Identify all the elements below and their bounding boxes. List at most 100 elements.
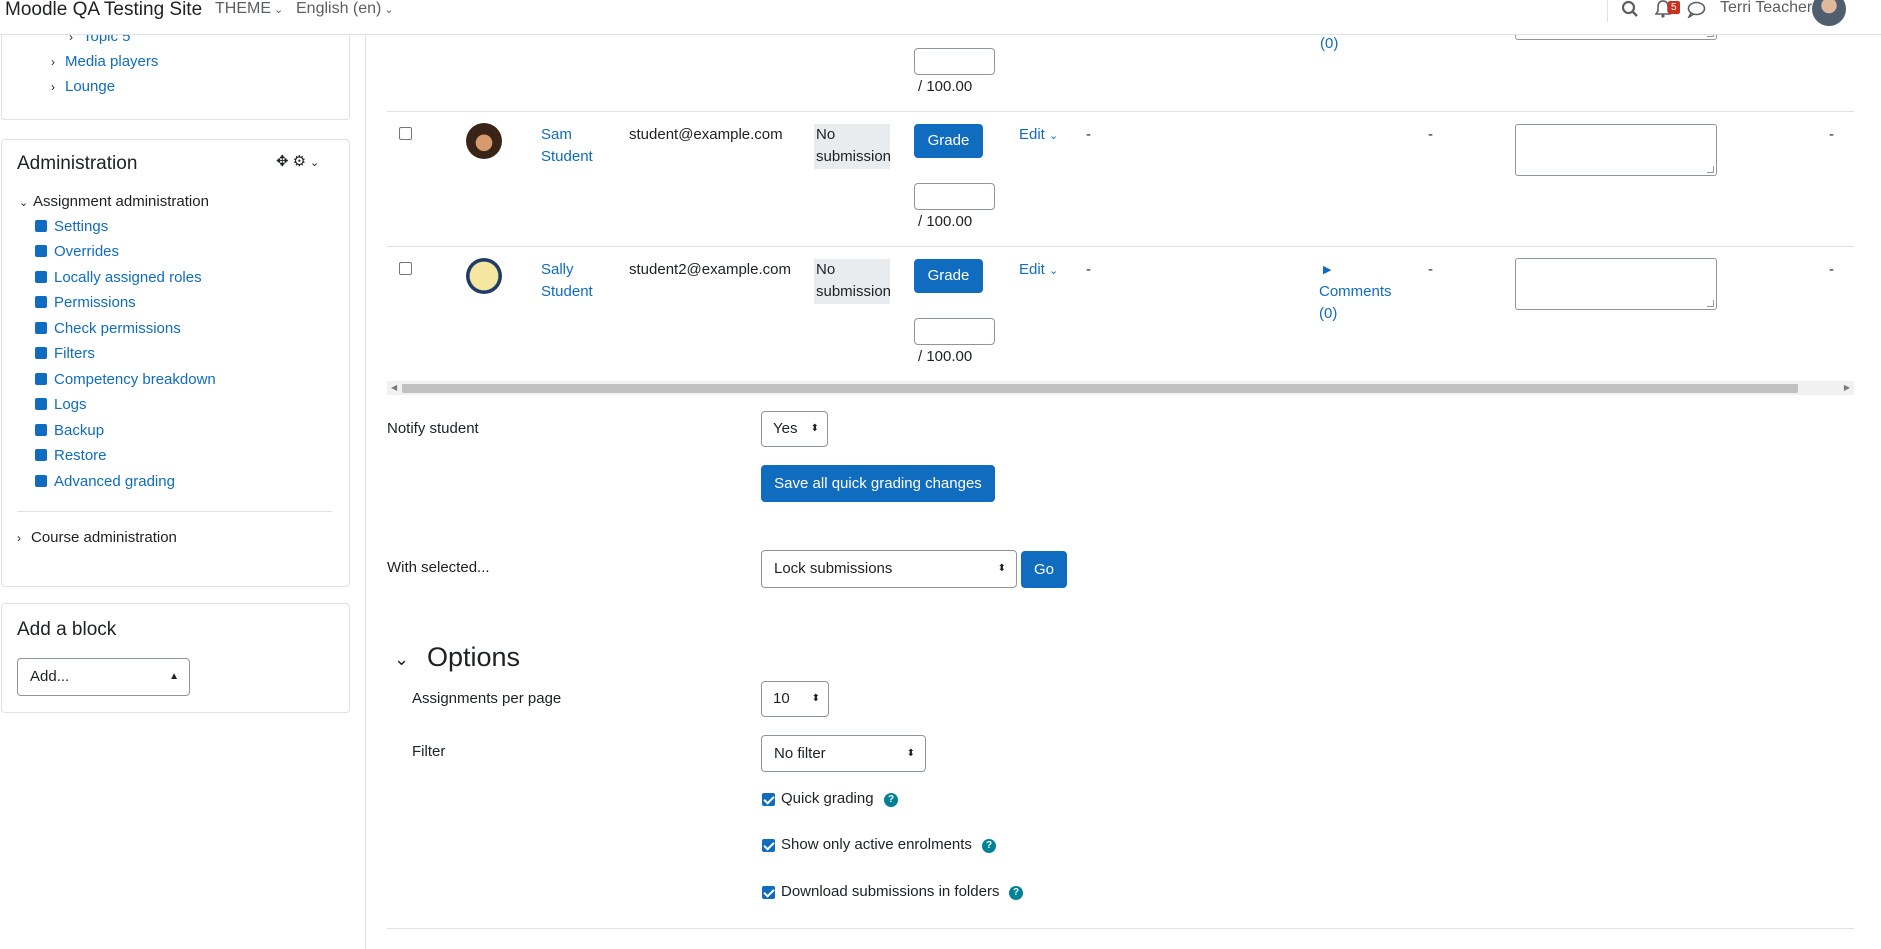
active-enrolments-checkbox[interactable]: [762, 839, 775, 852]
horizontal-scrollbar[interactable]: ◀ ▶: [387, 381, 1854, 395]
with-selected-select[interactable]: Lock submissions ⬍: [761, 550, 1017, 588]
admin-link-logs[interactable]: Logs: [35, 396, 87, 413]
assignment-administration-node[interactable]: ⌄ Assignment administration: [19, 193, 209, 210]
user-avatar[interactable]: [466, 123, 502, 159]
go-button[interactable]: Go: [1021, 551, 1067, 588]
add-block-title: Add a block: [17, 619, 117, 640]
options-heading[interactable]: Options: [427, 641, 520, 673]
student-first-name[interactable]: Sam: [541, 124, 572, 146]
help-icon[interactable]: ?: [982, 839, 996, 853]
quick-grading-label[interactable]: Quick grading: [781, 788, 874, 810]
nav-item-lounge[interactable]: › Lounge: [51, 78, 115, 95]
active-enrolments-label[interactable]: Show only active enrolments: [781, 834, 972, 856]
edit-menu[interactable]: Edit ⌄: [1019, 124, 1058, 147]
grade-input[interactable]: [914, 318, 995, 345]
admin-link-overrides[interactable]: Overrides: [35, 243, 119, 260]
scrollbar-thumb[interactable]: [402, 384, 1798, 393]
chevron-down-icon[interactable]: ⌄: [310, 157, 323, 169]
competency-icon: [35, 373, 47, 385]
admin-link-check-permissions[interactable]: Check permissions: [35, 320, 181, 337]
download-in-folders-checkbox[interactable]: [762, 886, 775, 899]
chevron-right-icon: ›: [51, 55, 55, 69]
site-name[interactable]: Moodle QA Testing Site: [5, 0, 202, 21]
theme-menu-label: THEME: [215, 0, 271, 17]
grade-max: / 100.00: [918, 213, 973, 230]
comments-count[interactable]: (0): [1320, 33, 1338, 55]
nav-item-media-players[interactable]: › Media players: [51, 53, 158, 70]
admin-link-advanced-grading[interactable]: Advanced grading: [35, 473, 175, 490]
theme-menu[interactable]: THEME ⌄: [215, 0, 283, 18]
chevron-down-icon: ⌄: [1049, 265, 1059, 277]
scroll-right-icon[interactable]: ▶: [1844, 381, 1850, 395]
row-divider: [387, 246, 1854, 247]
save-quick-grading-button[interactable]: Save all quick grading changes: [761, 465, 995, 502]
feedback-textarea[interactable]: [1515, 124, 1717, 176]
main-region-border: [365, 35, 366, 949]
language-menu-label: English (en): [296, 0, 382, 17]
admin-link-label: Competency breakdown: [54, 371, 216, 388]
status-badge: No submission: [814, 259, 891, 304]
scroll-left-icon[interactable]: ◀: [391, 381, 397, 395]
admin-link-restore[interactable]: Restore: [35, 447, 107, 464]
grade-button[interactable]: Grade: [914, 259, 983, 293]
course-administration-label: Course administration: [31, 529, 177, 546]
quick-grading-checkbox[interactable]: [762, 793, 775, 806]
assignments-per-page-select[interactable]: 10 ⬍: [761, 681, 829, 717]
grade-max: / 100.00: [918, 348, 973, 365]
options-bottom-divider: [387, 928, 1854, 929]
student-last-name[interactable]: Student: [541, 281, 593, 303]
edit-label: Edit: [1019, 261, 1045, 278]
notify-student-select[interactable]: Yes ⬍: [761, 411, 828, 447]
options-collapse-icon[interactable]: ⌄: [394, 648, 409, 670]
student-first-name[interactable]: Sally: [541, 259, 574, 281]
feedback-textarea[interactable]: [1515, 258, 1717, 310]
gear-icon[interactable]: ⚙: [293, 153, 310, 170]
settings-icon: [35, 220, 47, 232]
grade-input[interactable]: [914, 183, 995, 210]
comments-toggle[interactable]: Comments: [1319, 281, 1392, 303]
add-block-select[interactable]: Add... ▲: [17, 658, 190, 696]
filter-select[interactable]: No filter ⬍: [761, 735, 926, 772]
final-grade-value: -: [1829, 261, 1834, 278]
filter-value: No filter: [774, 745, 826, 762]
restore-icon: [35, 449, 47, 461]
messages-icon[interactable]: [1687, 1, 1706, 22]
download-in-folders-label[interactable]: Download submissions in folders: [781, 881, 999, 903]
help-icon[interactable]: ?: [1009, 886, 1023, 900]
notify-student-value: Yes: [773, 420, 798, 437]
navbar-divider: [1607, 0, 1608, 22]
student-last-name[interactable]: Student: [541, 146, 593, 168]
admin-link-filters[interactable]: Filters: [35, 345, 95, 362]
chevron-right-icon: ›: [51, 80, 55, 94]
caret-right-icon[interactable]: ▶: [1323, 259, 1331, 281]
assignments-per-page-value: 10: [773, 690, 790, 707]
admin-link-permissions[interactable]: Permissions: [35, 294, 136, 311]
select-arrows-icon: ⬍: [811, 693, 820, 704]
user-menu-name[interactable]: Terri Teacher: [1720, 0, 1812, 17]
admin-link-competency-breakdown[interactable]: Competency breakdown: [35, 371, 216, 388]
admin-link-label: Check permissions: [54, 320, 181, 337]
grade-input[interactable]: [914, 48, 995, 75]
help-icon[interactable]: ?: [884, 793, 898, 807]
admin-link-label: Backup: [54, 422, 105, 439]
user-avatar[interactable]: [1812, 0, 1846, 26]
admin-link-label: Settings: [54, 218, 109, 235]
select-row-checkbox[interactable]: [399, 127, 412, 140]
admin-link-settings[interactable]: Settings: [35, 218, 108, 235]
search-icon[interactable]: [1621, 0, 1639, 22]
nav-item-label: Media players: [65, 53, 159, 70]
grade-button[interactable]: Grade: [914, 124, 983, 158]
select-arrows-icon: ▲: [169, 671, 179, 682]
admin-link-backup[interactable]: Backup: [35, 422, 104, 439]
language-menu[interactable]: English (en) ⌄: [296, 0, 394, 18]
chevron-down-icon: ⌄: [384, 4, 394, 16]
comments-count[interactable]: (0): [1319, 303, 1337, 325]
course-administration-node[interactable]: › Course administration: [17, 529, 177, 546]
status-line: submission: [816, 148, 892, 165]
admin-link-locally-assigned-roles[interactable]: Locally assigned roles: [35, 269, 202, 286]
move-icon[interactable]: ✥: [276, 153, 293, 170]
edit-menu[interactable]: Edit ⌄: [1019, 259, 1058, 282]
select-row-checkbox[interactable]: [399, 262, 412, 275]
chevron-down-icon: ⌄: [19, 197, 29, 209]
user-avatar[interactable]: [466, 258, 502, 294]
